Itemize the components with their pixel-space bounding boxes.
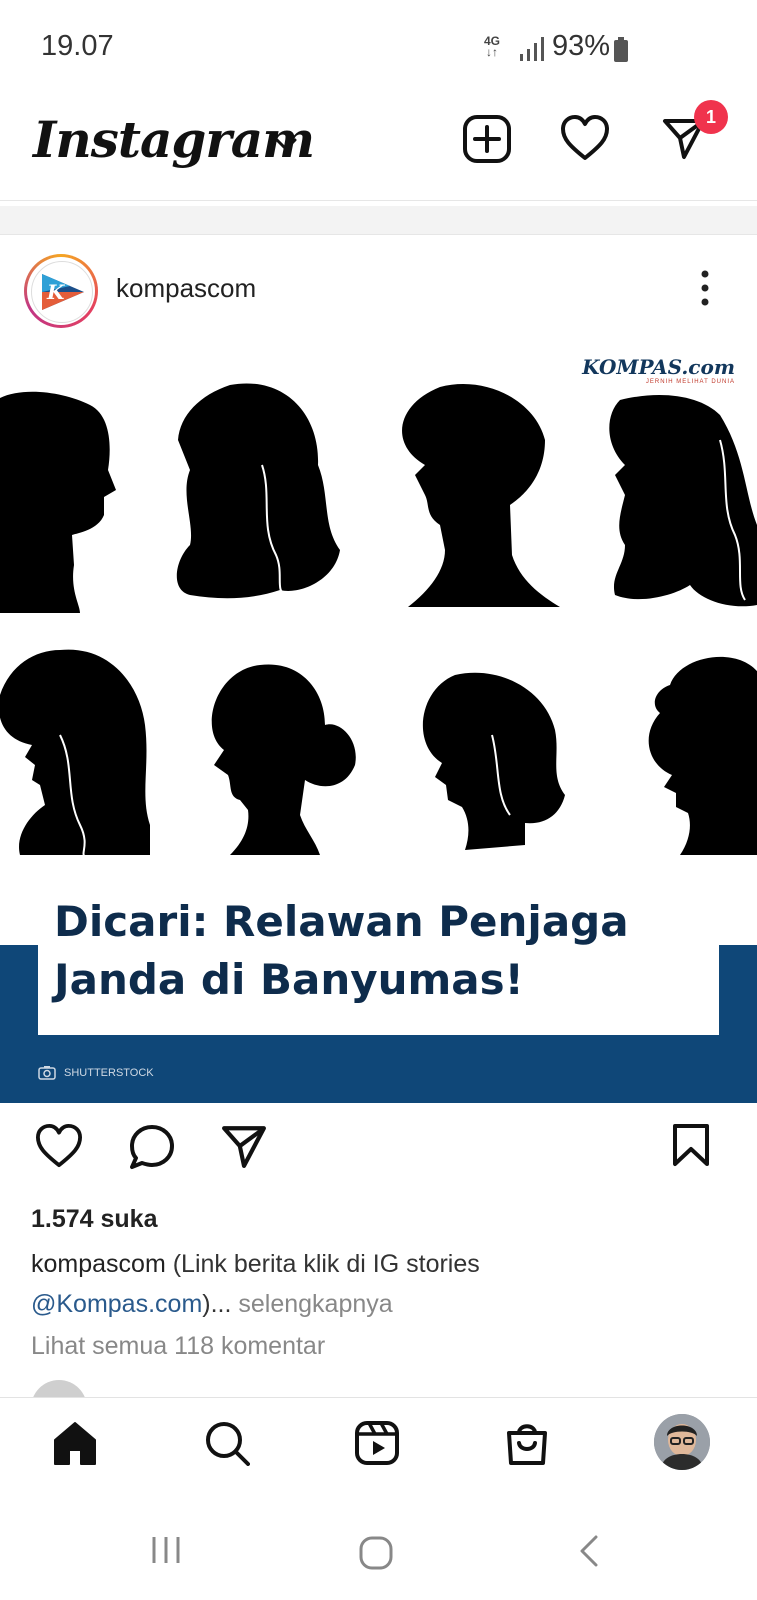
network-type: 4G ↓↑: [484, 34, 501, 59]
caption-text: (Link berita klik di IG stories: [165, 1250, 480, 1278]
home-icon[interactable]: [52, 1420, 98, 1466]
caption-tail: )...: [202, 1290, 232, 1318]
chevron-down-icon[interactable]: [275, 138, 297, 152]
svg-text:K: K: [46, 280, 66, 304]
headline-line-2: Janda di Banyumas!: [54, 955, 524, 1004]
post-caption: kompascom (Link berita klik di IG storie…: [31, 1244, 731, 1324]
back-icon[interactable]: [578, 1535, 600, 1567]
caption-username[interactable]: kompascom: [31, 1250, 166, 1278]
profile-avatar[interactable]: [654, 1414, 710, 1470]
instagram-logo[interactable]: Instagram: [33, 110, 315, 169]
see-more-link[interactable]: selengkapnya: [231, 1290, 392, 1318]
share-icon[interactable]: [220, 1123, 268, 1169]
post-headline: Dicari: Relawan Penjaga Janda di Banyuma…: [54, 893, 734, 1009]
like-count[interactable]: 1.574 suka: [31, 1205, 158, 1234]
stories-divider: [0, 206, 757, 235]
battery-percent: 93%: [552, 30, 611, 62]
system-nav-bar: [0, 1497, 757, 1600]
search-icon[interactable]: [204, 1420, 250, 1466]
view-comments-link[interactable]: Lihat semua 118 komentar: [31, 1332, 325, 1361]
network-label: 4G: [484, 34, 501, 48]
app-header: Instagram: [0, 90, 757, 201]
home-circle-icon[interactable]: [358, 1535, 394, 1571]
kompas-logo-icon: K: [33, 263, 91, 321]
add-post-icon[interactable]: [462, 114, 512, 164]
post-image[interactable]: KOMPAS.com JERNIH MELIHAT DUNIA Dicari: …: [0, 345, 757, 1103]
signal-icon: [520, 37, 544, 61]
status-bar: 19.07 4G ↓↑ 93%: [0, 0, 757, 90]
heart-icon[interactable]: [560, 114, 610, 162]
post-username[interactable]: kompascom: [116, 273, 256, 304]
reels-icon[interactable]: [354, 1420, 400, 1466]
battery-icon: [614, 37, 628, 62]
comment-icon[interactable]: [128, 1123, 176, 1171]
silhouettes-illustration: [0, 383, 757, 858]
more-options-icon[interactable]: [700, 268, 710, 308]
post-header: K kompascom: [0, 235, 757, 346]
post-actions: [0, 1103, 757, 1193]
bookmark-icon[interactable]: [672, 1123, 710, 1167]
recent-apps-icon[interactable]: [150, 1535, 182, 1565]
notification-badge[interactable]: 1: [694, 100, 728, 134]
image-credit: SHUTTERSTOCK: [64, 1067, 154, 1079]
avatar[interactable]: K: [31, 261, 93, 323]
camera-icon: [38, 1066, 56, 1080]
profile-photo-icon: [654, 1414, 710, 1470]
headline-line-1: Dicari: Relawan Penjaga: [54, 897, 629, 946]
shop-icon[interactable]: [504, 1420, 550, 1466]
bottom-nav: [0, 1397, 757, 1498]
heart-icon[interactable]: [35, 1123, 83, 1169]
status-time: 19.07: [41, 30, 114, 62]
caption-mention[interactable]: @Kompas.com: [31, 1290, 202, 1318]
